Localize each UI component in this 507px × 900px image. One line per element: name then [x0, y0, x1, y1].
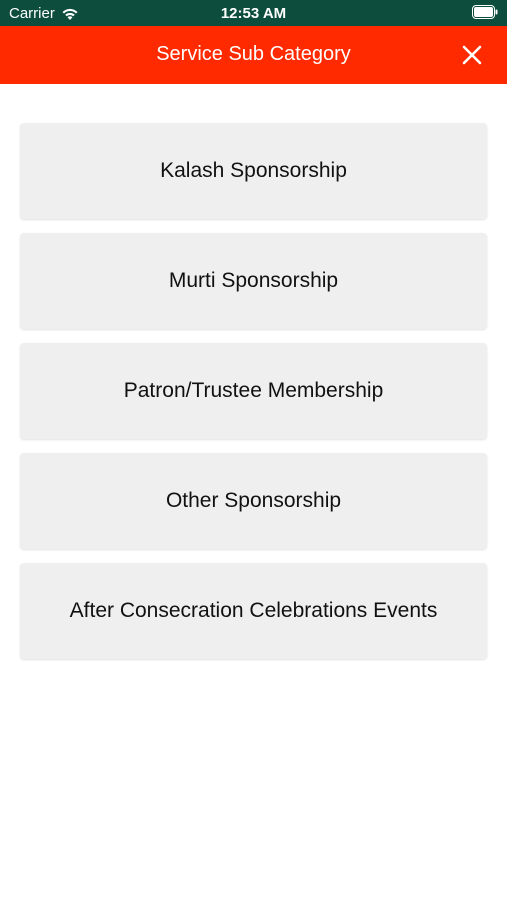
sub-category-item-patron-trustee-membership[interactable]: Patron/Trustee Membership	[20, 343, 487, 439]
sub-category-item-murti-sponsorship[interactable]: Murti Sponsorship	[20, 233, 487, 329]
status-bar: Carrier 12:53 AM	[0, 0, 507, 26]
sub-category-item-kalash-sponsorship[interactable]: Kalash Sponsorship	[20, 123, 487, 219]
status-time: 12:53 AM	[220, 5, 287, 22]
sub-category-item-after-consecration-events[interactable]: After Consecration Celebrations Events	[20, 563, 487, 659]
close-icon[interactable]	[461, 44, 483, 66]
sub-category-label: Murti Sponsorship	[168, 269, 339, 292]
sub-category-label: After Consecration Celebrations Events	[69, 599, 438, 622]
sub-category-item-other-sponsorship[interactable]: Other Sponsorship	[20, 453, 487, 549]
sub-category-label: Patron/Trustee Membership	[123, 379, 384, 402]
sub-category-label: Kalash Sponsorship	[160, 159, 347, 182]
battery-icon	[472, 5, 498, 19]
sub-category-list: Kalash Sponsorship Murti Sponsorship Pat…	[20, 123, 487, 673]
page-title: Service Sub Category	[156, 43, 351, 65]
sub-category-label: Other Sponsorship	[165, 489, 342, 512]
header-bar: Service Sub Category	[0, 26, 507, 84]
